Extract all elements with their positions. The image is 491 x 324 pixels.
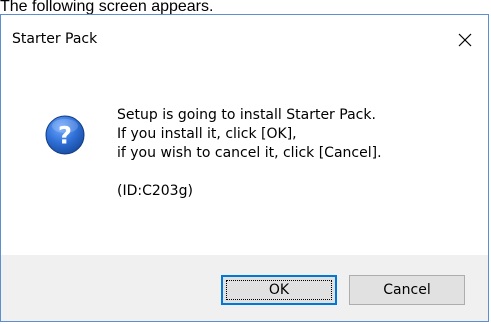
- message-dialog: Starter Pack ? Setup is going to install…: [0, 14, 489, 322]
- focus-indicator: [226, 280, 332, 300]
- ok-button[interactable]: OK: [221, 275, 337, 305]
- message-spacer: [117, 163, 382, 182]
- message-line: Setup is going to install Starter Pack.: [117, 107, 376, 123]
- button-bar: OK Cancel: [1, 255, 488, 321]
- question-icon: ?: [45, 115, 85, 155]
- svg-text:?: ?: [58, 122, 72, 150]
- message-id: (ID:C203g): [117, 183, 193, 199]
- cancel-button[interactable]: Cancel: [349, 275, 465, 305]
- dialog-title: Starter Pack: [12, 31, 98, 47]
- message-line: if you wish to cancel it, click [Cancel]…: [117, 145, 382, 161]
- message-line: If you install it, click [OK],: [117, 126, 297, 142]
- title-bar: Starter Pack: [1, 15, 488, 65]
- close-icon: [458, 33, 472, 47]
- dialog-message: Setup is going to install Starter Pack. …: [117, 106, 382, 201]
- close-button[interactable]: [442, 15, 488, 65]
- dialog-content: ? Setup is going to install Starter Pack…: [1, 65, 488, 255]
- cancel-button-label: Cancel: [383, 282, 431, 298]
